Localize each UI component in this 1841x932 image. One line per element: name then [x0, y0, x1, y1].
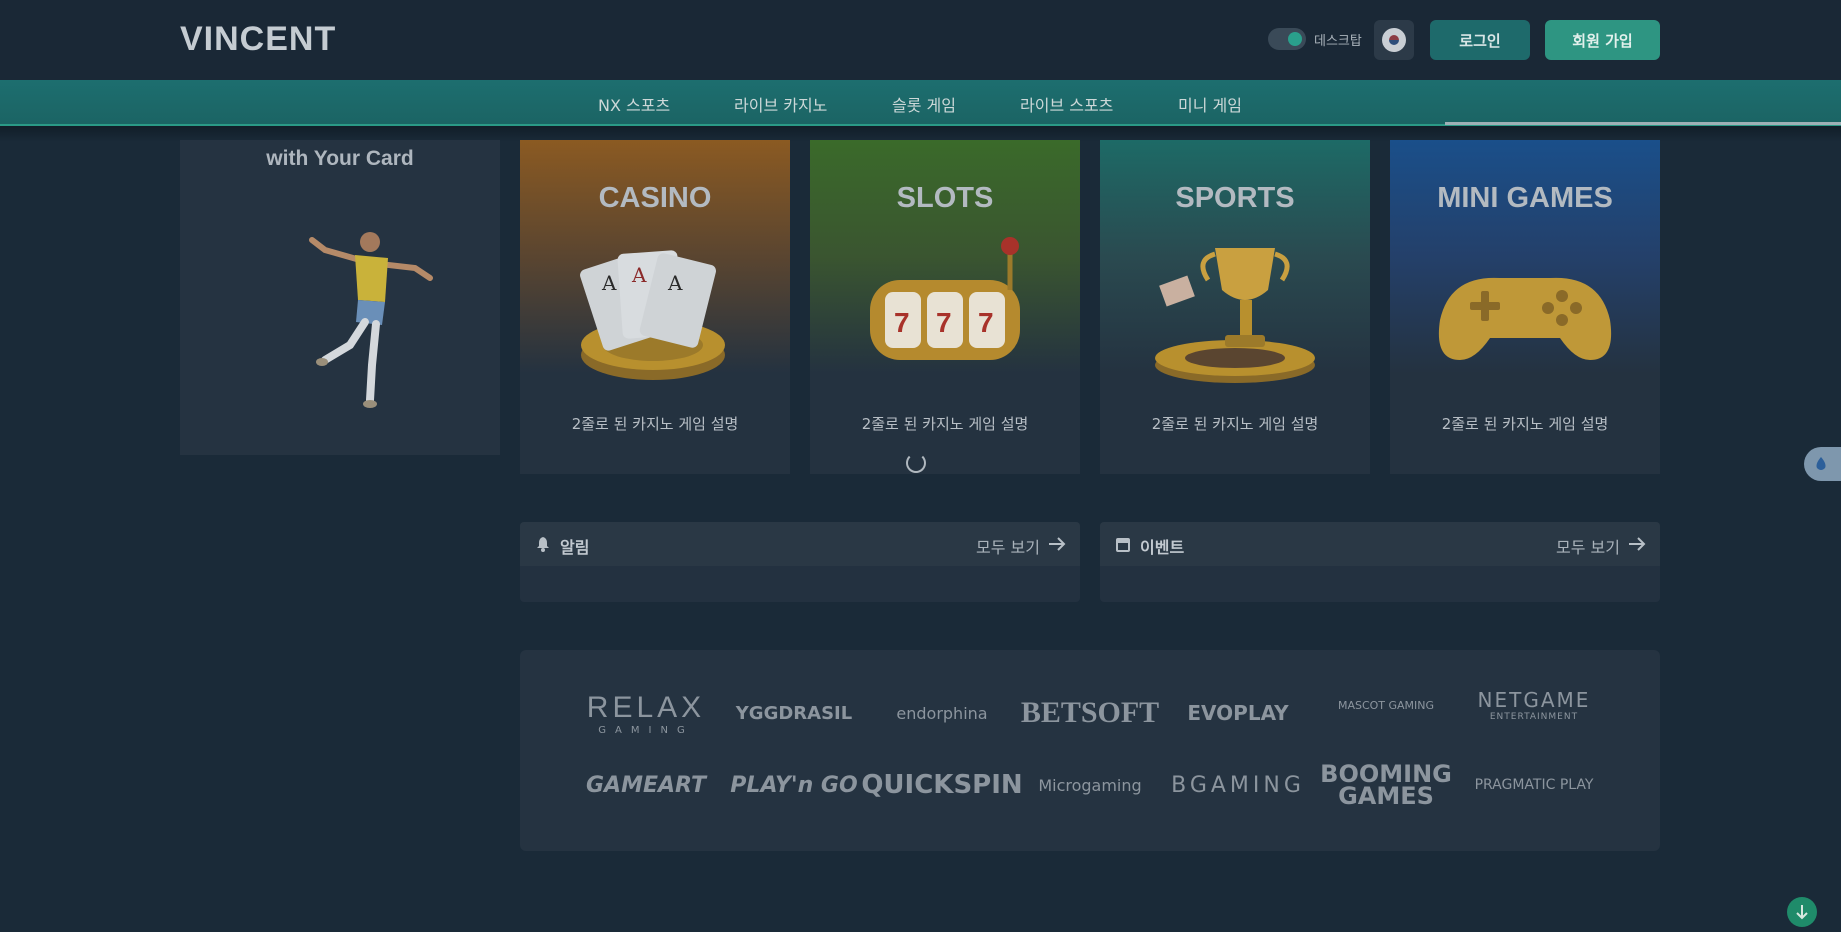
- main-nav: NX 스포츠 라이브 카지노 슬롯 게임 라이브 스포츠 미니 게임: [0, 80, 1841, 126]
- floating-side-tab[interactable]: [1804, 447, 1841, 481]
- nav-item-slot-games[interactable]: 슬롯 게임: [892, 92, 956, 116]
- provider-logo-gameart[interactable]: GAMEART: [582, 760, 710, 810]
- events-view-all-link[interactable]: 모두 보기: [1556, 534, 1620, 558]
- soccer-player-image: [270, 220, 450, 424]
- arrow-right-icon[interactable]: [1628, 536, 1646, 556]
- trophy-icon: [1100, 230, 1370, 390]
- nav-scroll-indicator: [1445, 122, 1841, 125]
- notice-title: 알림: [560, 538, 590, 557]
- category-card-slots[interactable]: SLOTS 7 7 7 2줄로 된 카지노 게임 설명: [810, 140, 1080, 474]
- category-card-casino[interactable]: CASINO A A A 2줄로 된 카지노 게임 설명: [520, 140, 790, 474]
- game-providers-panel: RELAX GAMING YGGDRASIL endorphina BETSOF…: [520, 650, 1660, 851]
- category-title: MINI GAMES: [1437, 182, 1613, 214]
- nav-item-mini-games[interactable]: 미니 게임: [1178, 92, 1242, 116]
- gamepad-icon: [1390, 230, 1660, 390]
- kr-flag-icon: [1382, 28, 1406, 52]
- notice-panel-header: 알림 모두 보기: [520, 522, 1080, 566]
- nav-item-nx-sports[interactable]: NX 스포츠: [598, 92, 670, 116]
- promo-title: with Your Card: [266, 147, 414, 170]
- provider-logo-mascot-gaming[interactable]: MASCOT GAMING: [1322, 680, 1450, 730]
- events-panel-header: 이벤트 모두 보기: [1100, 522, 1660, 566]
- provider-logo-relax[interactable]: RELAX GAMING: [582, 688, 710, 738]
- arrow-down-icon: [1796, 905, 1808, 920]
- bell-icon: [536, 536, 550, 556]
- svg-text:7: 7: [936, 307, 952, 338]
- category-title: CASINO: [598, 182, 712, 214]
- provider-logo-playngo[interactable]: PLAY'n GO: [730, 760, 858, 810]
- category-description: 2줄로 된 카지노 게임 설명: [861, 415, 1029, 433]
- provider-logo-microgaming[interactable]: Microgaming: [1026, 760, 1154, 810]
- arrow-right-icon[interactable]: [1048, 536, 1066, 556]
- provider-logo-booming-games[interactable]: BOOMING GAMES: [1320, 760, 1452, 810]
- provider-logo-yggdrasil[interactable]: YGGDRASIL: [730, 688, 858, 738]
- svg-text:A: A: [667, 271, 683, 295]
- nav-item-live-casino[interactable]: 라이브 카지노: [734, 92, 827, 116]
- provider-logo-pragmatic-play[interactable]: PRAGMATIC PLAY: [1470, 760, 1598, 810]
- vincent-logo[interactable]: VINCENT: [180, 20, 362, 58]
- cards-chip-icon: A A A: [520, 230, 790, 390]
- category-description: 2줄로 된 카지노 게임 설명: [1151, 415, 1319, 433]
- calendar-icon: [1116, 536, 1130, 556]
- drop-icon: [1816, 457, 1826, 470]
- provider-logo-endorphina[interactable]: endorphina: [878, 688, 1006, 738]
- slot-machine-icon: 7 7 7: [810, 230, 1080, 390]
- logo-text: VINCENT: [180, 20, 336, 54]
- language-button[interactable]: [1374, 20, 1414, 60]
- view-mode-label: 데스크탑: [1314, 33, 1362, 49]
- category-card-mini-games[interactable]: MINI GAMES 2줄로 된 카지노 게임 설명: [1390, 140, 1660, 474]
- events-title: 이벤트: [1140, 538, 1185, 557]
- svg-text:7: 7: [894, 307, 910, 338]
- events-panel: 이벤트 모두 보기: [1100, 522, 1660, 602]
- svg-text:A: A: [631, 263, 647, 287]
- promo-card[interactable]: with Your Card: [180, 140, 500, 455]
- view-mode-toggle[interactable]: 데스크탑: [1268, 28, 1362, 50]
- category-title: SPORTS: [1175, 182, 1295, 214]
- notice-panel: 알림 모두 보기: [520, 522, 1080, 602]
- category-card-sports[interactable]: SPORTS 2줄로 된 카지노 게임 설명: [1100, 140, 1370, 474]
- category-title: SLOTS: [896, 182, 994, 214]
- provider-logo-evoplay[interactable]: EVOPLAY: [1174, 688, 1302, 738]
- notice-view-all-link[interactable]: 모두 보기: [976, 534, 1040, 558]
- login-button[interactable]: 로그인: [1430, 20, 1530, 60]
- signup-button[interactable]: 회원 가입: [1545, 20, 1660, 60]
- provider-logo-betsoft[interactable]: BETSOFT: [1021, 688, 1159, 738]
- category-description: 2줄로 된 카지노 게임 설명: [1441, 415, 1609, 433]
- svg-text:A: A: [601, 271, 617, 295]
- scroll-down-button[interactable]: [1787, 897, 1817, 927]
- category-description: 2줄로 된 카지노 게임 설명: [571, 415, 739, 433]
- provider-logo-netgame[interactable]: NETGAME ENTERTAINMENT: [1470, 680, 1598, 730]
- provider-logo-quickspin[interactable]: QUICKSPIN: [861, 760, 1022, 810]
- toggle-switch[interactable]: [1268, 28, 1306, 50]
- nav-item-live-sports[interactable]: 라이브 스포츠: [1020, 92, 1113, 116]
- site-header: VINCENT 데스크탑 로그인 회원 가입: [0, 0, 1841, 80]
- provider-logo-bgaming[interactable]: BGAMING: [1171, 760, 1302, 810]
- loading-spinner-icon: [906, 453, 926, 473]
- svg-text:7: 7: [978, 307, 994, 338]
